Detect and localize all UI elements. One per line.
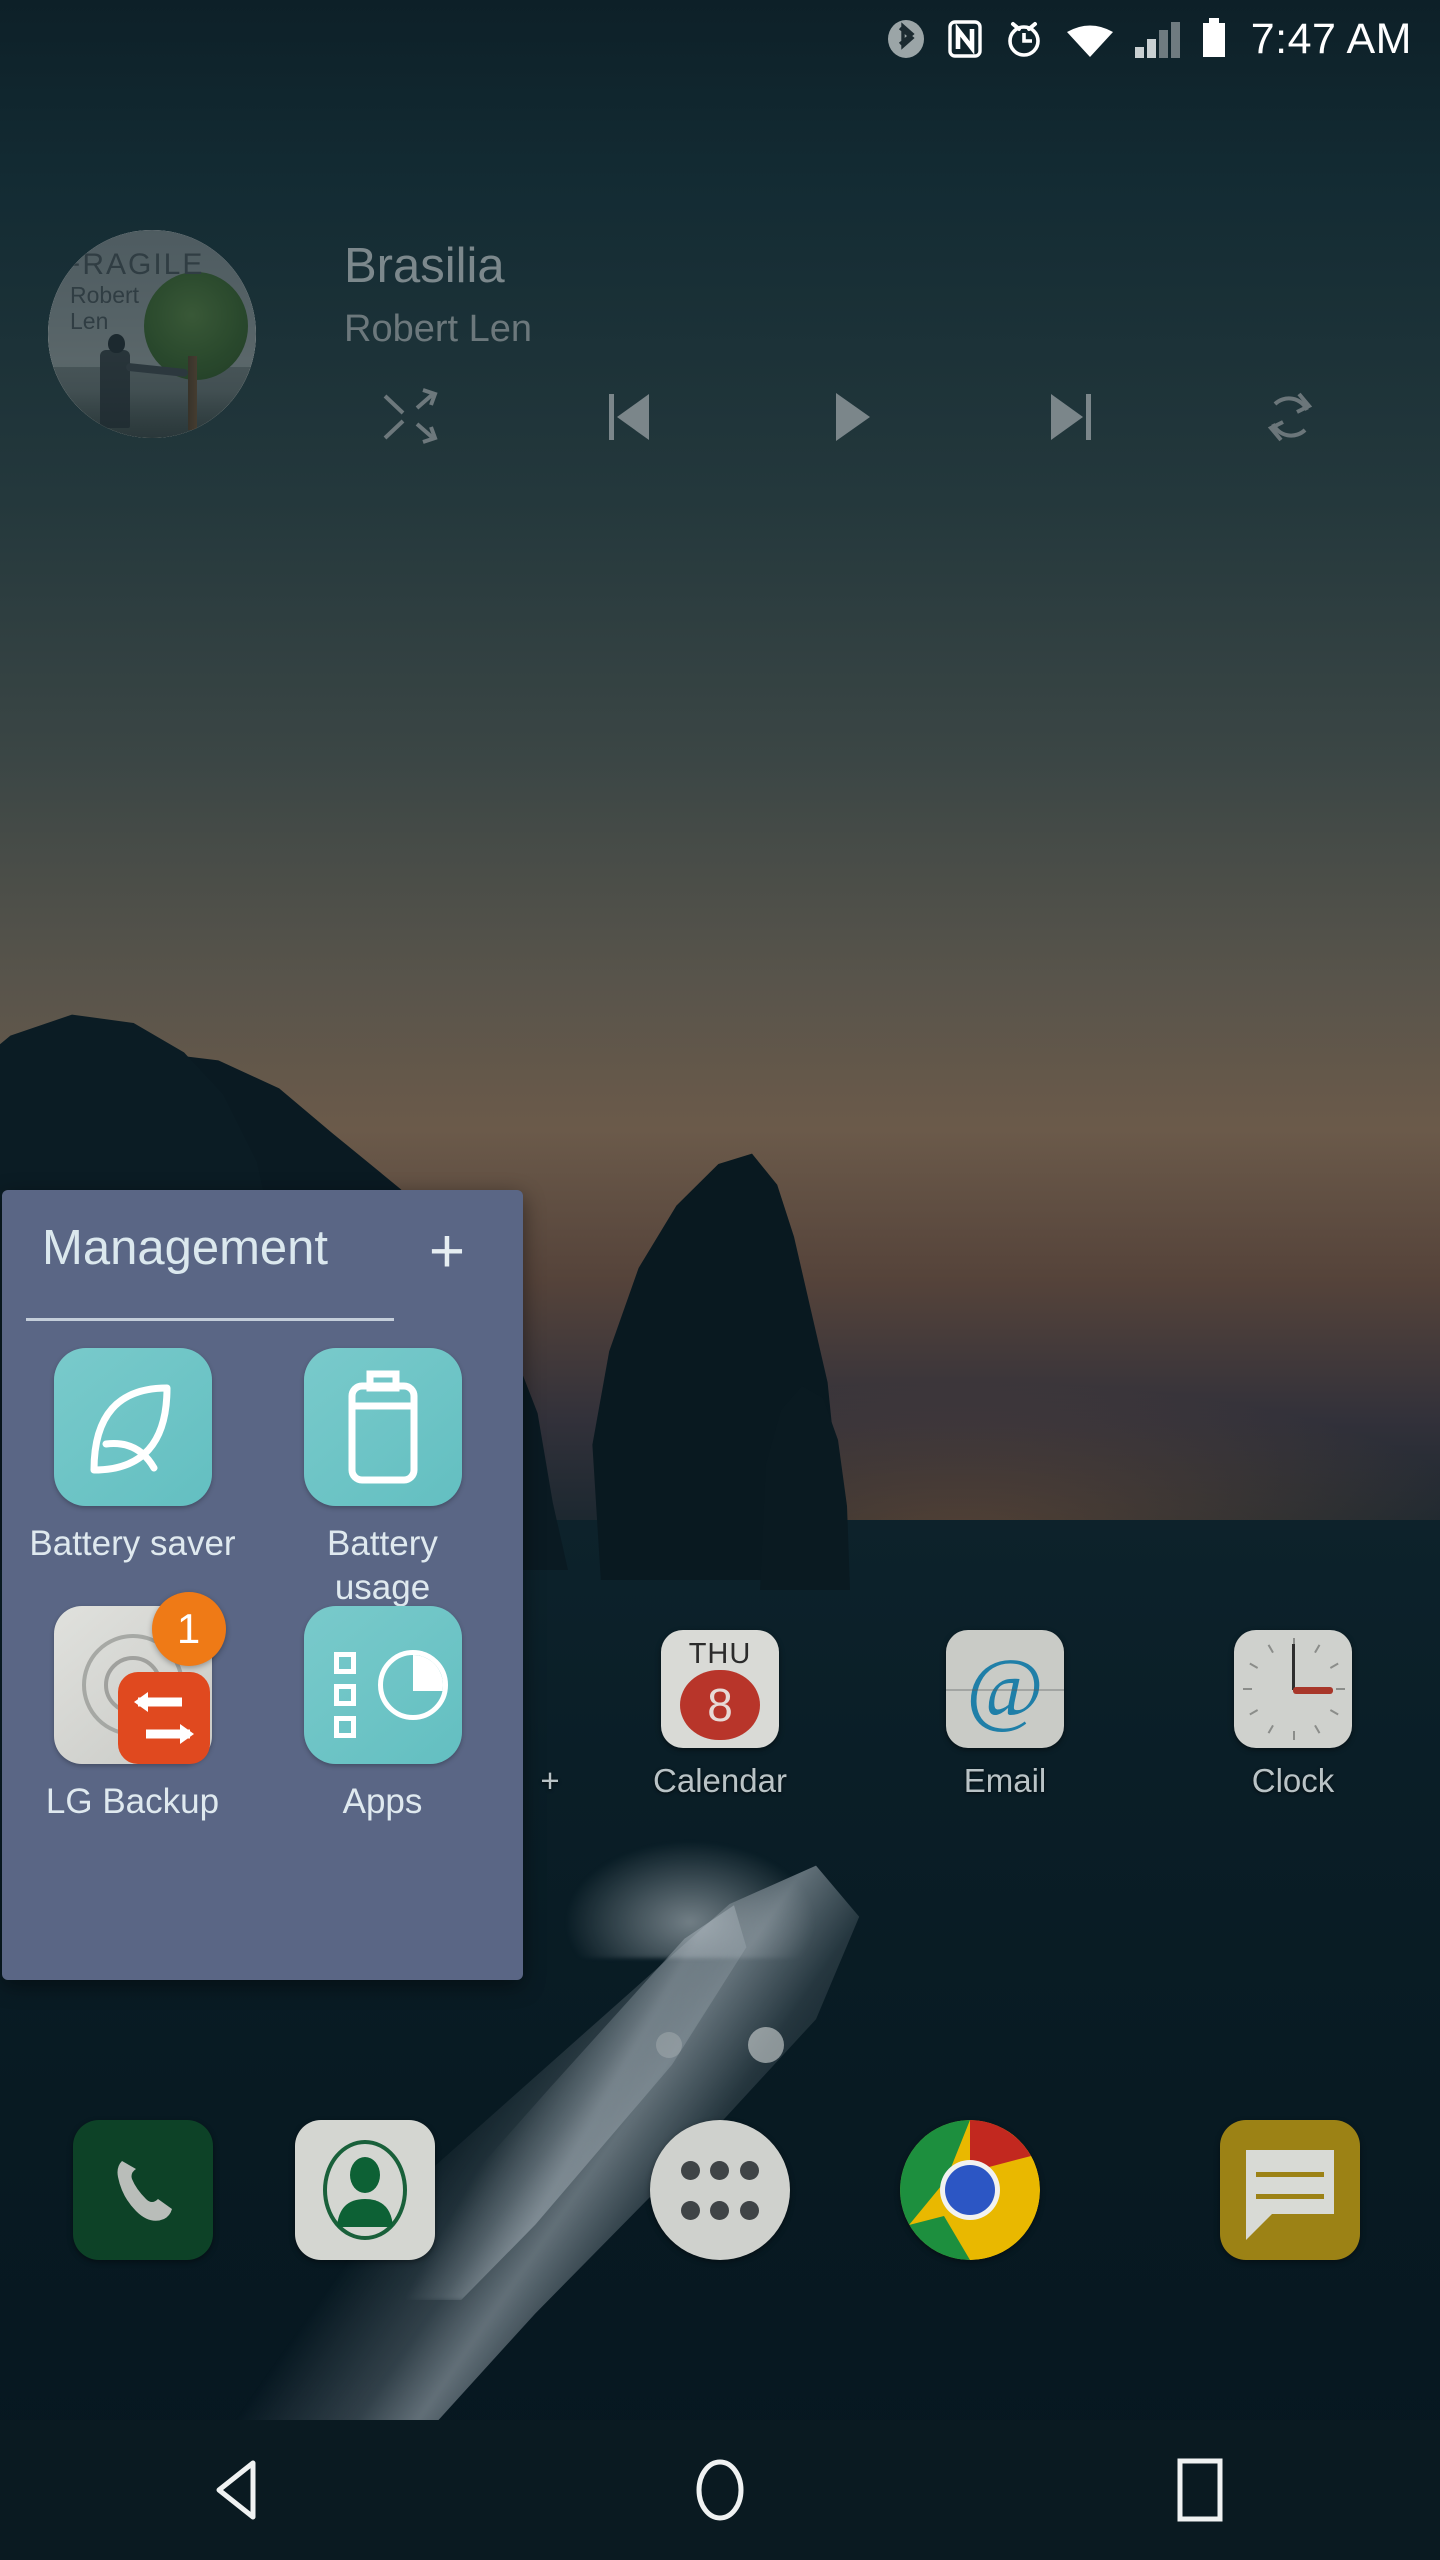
- phone-handset-icon: [73, 2120, 213, 2260]
- bubble-tail: [1246, 2214, 1272, 2240]
- calendar-icon: THU 8: [661, 1630, 779, 1748]
- email-at-icon: @: [946, 1630, 1064, 1748]
- dock-item-app-drawer[interactable]: [610, 2120, 830, 2260]
- music-player-widget[interactable]: FRAGILE Robert Len Brasilia Robert Len: [0, 190, 1400, 470]
- battery-outline-icon: [303, 1348, 462, 1506]
- folder-app-battery-saver[interactable]: Battery saver: [10, 1348, 255, 1566]
- folder-header: Management +: [2, 1190, 523, 1318]
- previous-track-button[interactable]: [520, 372, 740, 462]
- album-art-artist-line1: Robert: [70, 282, 140, 308]
- nfc-icon: [937, 0, 993, 78]
- media-controls: [300, 372, 1400, 462]
- folder-title[interactable]: Management: [42, 1220, 328, 1276]
- back-button[interactable]: [135, 2420, 345, 2560]
- backup-sync-icon: 1: [53, 1592, 226, 1764]
- folder-app-label: Apps: [342, 1782, 423, 1821]
- app-drawer-icon: [650, 2120, 790, 2260]
- album-art-figure-arm: [125, 362, 189, 378]
- album-art-figure-body: [100, 350, 130, 428]
- folder-app-label: Battery saver: [29, 1524, 236, 1563]
- recents-button[interactable]: [1095, 2420, 1305, 2560]
- dock: [0, 2120, 1440, 2320]
- shuffle-button[interactable]: [300, 372, 520, 462]
- page-dot-active[interactable]: [748, 2027, 784, 2063]
- folder-popup[interactable]: Management + Battery saver Battery usage…: [2, 1190, 523, 1980]
- album-art-title: FRAGILE: [62, 248, 205, 281]
- home-icon-email[interactable]: @ Email: [870, 1630, 1140, 1800]
- navigation-bar: [0, 2420, 1440, 2560]
- sync-arrows-badge: [117, 1672, 210, 1764]
- folder-title-underline: [26, 1318, 394, 1321]
- page-dot[interactable]: [656, 2032, 682, 2058]
- home-icon-label: Email: [963, 1762, 1047, 1799]
- folder-add-app-button[interactable]: +: [419, 1221, 475, 1283]
- home-button[interactable]: [615, 2420, 825, 2560]
- status-bar: 7:47 AM: [0, 0, 1440, 78]
- play-button[interactable]: [740, 372, 960, 462]
- apps-pie-icon: [303, 1606, 462, 1764]
- status-bar-clock: 7:47 AM: [1250, 14, 1412, 63]
- pie-slice: [412, 1655, 443, 1691]
- home-icon-calendar[interactable]: THU 8 Calendar: [585, 1630, 855, 1800]
- home-icon-label: Calendar: [653, 1762, 787, 1799]
- folder-app-label: LG Backup: [45, 1782, 220, 1821]
- folder-app-apps[interactable]: Apps: [260, 1606, 505, 1824]
- track-title: Brasilia: [344, 239, 505, 293]
- dock-item-phone[interactable]: [33, 2120, 253, 2260]
- album-art-tree-trunk: [188, 356, 197, 430]
- album-art[interactable]: FRAGILE Robert Len: [48, 230, 256, 438]
- album-art-artist: Robert Len: [70, 282, 220, 334]
- calendar-weekday: THU: [688, 1638, 752, 1670]
- apps-pie-chart: [377, 1650, 448, 1720]
- repeat-button[interactable]: [1180, 372, 1400, 462]
- album-art-artist-line2: Len: [70, 308, 109, 334]
- cellular-signal-icon: [1125, 0, 1189, 78]
- bluetooth-icon: [875, 0, 937, 78]
- battery-icon: [1189, 0, 1239, 78]
- folder-app-label: Battery usage: [327, 1524, 438, 1607]
- folder-app-lg-backup[interactable]: 1 LG Backup: [10, 1592, 255, 1824]
- apps-square-1: [333, 1652, 356, 1674]
- wifi-icon: [1055, 0, 1125, 78]
- clock-hour-hand: [1292, 1644, 1295, 1690]
- message-bubble-icon: [1220, 2120, 1360, 2260]
- leaf-icon: [53, 1348, 212, 1506]
- contact-person-icon: [295, 2120, 435, 2260]
- analog-clock-icon: [1234, 1630, 1352, 1748]
- dock-item-chrome[interactable]: [860, 2120, 1080, 2260]
- album-art-tree-crown: [144, 272, 248, 380]
- album-art-figure-head: [108, 334, 125, 353]
- album-art-grass: [48, 392, 256, 438]
- album-art-sky: [48, 230, 256, 438]
- clock-minute-hand: [1293, 1687, 1333, 1694]
- dock-item-contacts[interactable]: [255, 2120, 475, 2260]
- folder-app-battery-usage[interactable]: Battery usage: [260, 1348, 505, 1610]
- home-icon-label: Clock: [1251, 1762, 1335, 1799]
- chrome-icon: [900, 2120, 1040, 2260]
- alarm-clock-icon: [993, 0, 1055, 78]
- dock-item-messaging[interactable]: [1180, 2120, 1400, 2260]
- apps-square-2: [333, 1684, 356, 1706]
- calendar-date: 8: [680, 1670, 760, 1740]
- track-artist: Robert Len: [344, 308, 533, 350]
- next-track-button[interactable]: [960, 372, 1180, 462]
- page-indicator[interactable]: [0, 2020, 1440, 2070]
- notification-badge: 1: [151, 1592, 226, 1666]
- home-icon-label: +: [540, 1762, 560, 1799]
- apps-square-3: [333, 1716, 356, 1738]
- bubble-body: [1246, 2150, 1334, 2214]
- home-icon-clock[interactable]: Clock: [1158, 1630, 1428, 1800]
- email-icon-seam: [946, 1689, 1064, 1691]
